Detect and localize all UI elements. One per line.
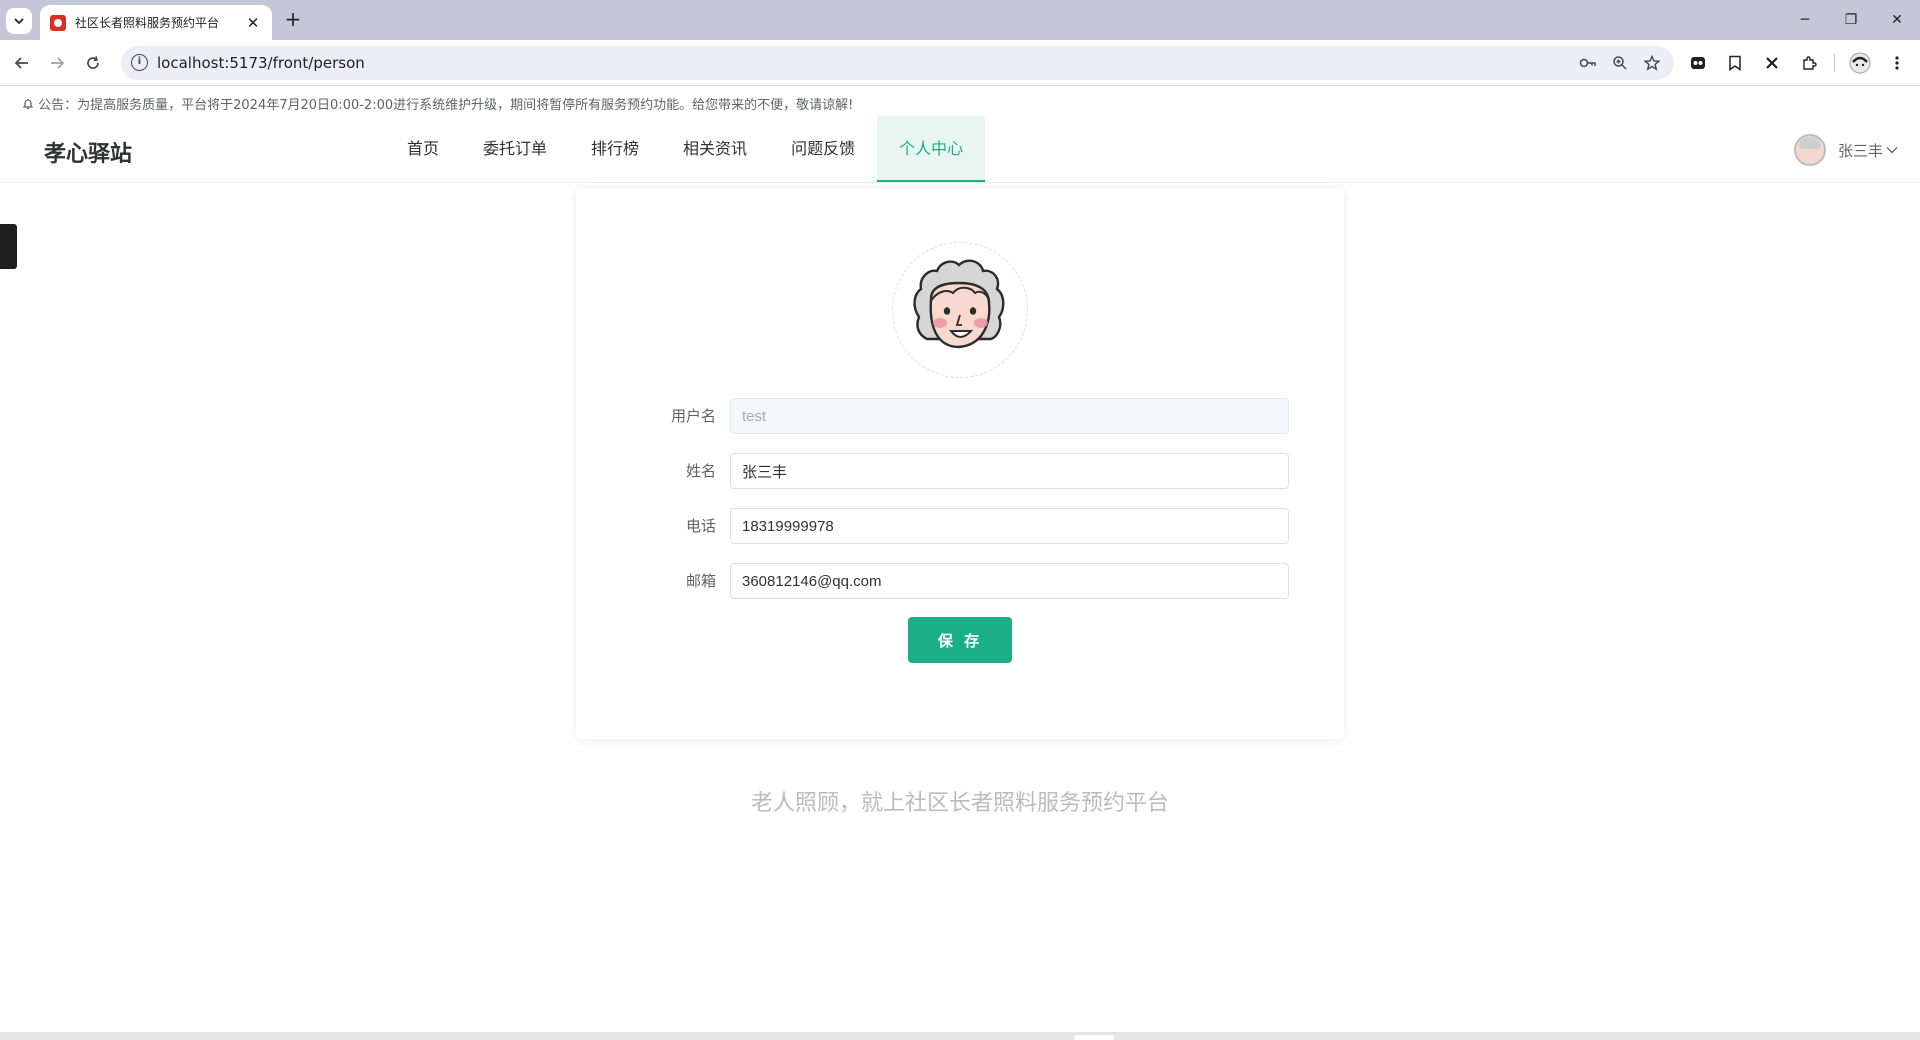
extension-icons <box>1686 51 1909 75</box>
phone-label: 电话 <box>685 517 716 535</box>
reload-button[interactable] <box>82 52 104 74</box>
new-tab-button[interactable]: + <box>282 9 304 31</box>
site-logo[interactable]: 孝心驿站 <box>44 136 132 168</box>
nav-item-ranking[interactable]: 排行榜 <box>569 116 661 182</box>
close-window-button[interactable]: ✕ <box>1874 0 1920 40</box>
form-row-email: 邮箱 <box>576 563 1344 599</box>
user-name[interactable]: 张三丰 <box>1838 140 1883 161</box>
form-row-phone: 电话 <box>576 508 1344 544</box>
tab-search-button[interactable] <box>6 8 32 34</box>
site-header: 孝心驿站 首页 委托订单 排行榜 相关资讯 问题反馈 个人中心 张三丰 <box>0 116 1920 183</box>
restore-button[interactable]: ❐ <box>1828 0 1874 40</box>
bell-icon <box>22 99 34 110</box>
zoom-icon[interactable] <box>1610 53 1630 73</box>
horizontal-scrollbar[interactable] <box>0 1032 1920 1040</box>
email-label: 邮箱 <box>685 572 716 590</box>
name-input[interactable] <box>730 453 1289 489</box>
chevron-down-icon <box>14 18 24 25</box>
toolbar-divider <box>1834 54 1835 72</box>
user-menu[interactable]: 张三丰 <box>1793 134 1898 166</box>
address-bar[interactable]: i localhost:5173/front/person <box>121 46 1674 80</box>
email-input[interactable] <box>730 563 1289 599</box>
bookmark-star-icon[interactable] <box>1642 53 1662 73</box>
nav-item-home[interactable]: 首页 <box>385 116 461 182</box>
extension-app-icon[interactable] <box>1686 51 1710 75</box>
browser-tab-bar: 社区长者照料服务预约平台 ✕ + ─ ❐ ✕ <box>0 0 1920 40</box>
name-label: 姓名 <box>685 462 716 480</box>
notice-banner: 公告：为提高服务质量，平台将于2024年7月20日0:00-2:00进行系统维护… <box>22 94 853 113</box>
save-button[interactable]: 保 存 <box>908 617 1012 663</box>
profile-avatar-icon[interactable] <box>1848 51 1872 75</box>
form-row-username: 用户名 <box>576 398 1344 434</box>
window-controls: ─ ❐ ✕ <box>1782 0 1920 40</box>
avatar-uploader[interactable] <box>892 242 1028 378</box>
back-button[interactable] <box>11 52 33 74</box>
more-menu-icon[interactable] <box>1885 51 1909 75</box>
nav-item-profile[interactable]: 个人中心 <box>877 116 986 182</box>
address-url[interactable]: localhost:5173/front/person <box>157 54 365 72</box>
arrow-right-icon <box>51 57 65 69</box>
forward-button[interactable] <box>46 52 68 74</box>
grandma-avatar-icon <box>913 259 1005 349</box>
form-row-name: 姓名 <box>576 453 1344 489</box>
x-extension-icon[interactable] <box>1760 51 1784 75</box>
bookmark-icon[interactable] <box>1723 51 1747 75</box>
browser-tab-active[interactable]: 社区长者照料服务预约平台 ✕ <box>40 5 272 40</box>
phone-input[interactable] <box>730 508 1289 544</box>
browser-toolbar: i localhost:5173/front/person <box>0 40 1920 86</box>
extensions-puzzle-icon[interactable] <box>1797 51 1821 75</box>
nav-item-feedback[interactable]: 问题反馈 <box>769 116 877 182</box>
arrow-left-icon <box>14 57 28 69</box>
scrollbar-thumb[interactable] <box>1074 1035 1114 1040</box>
nav-item-news[interactable]: 相关资讯 <box>661 116 769 182</box>
footer-slogan: 老人照顾，就上社区长者照料服务预约平台 <box>750 791 1169 816</box>
site-favicon-icon <box>50 14 66 31</box>
nav-item-orders[interactable]: 委托订单 <box>461 116 569 182</box>
minimize-button[interactable]: ─ <box>1782 0 1828 40</box>
chevron-down-icon[interactable] <box>1886 143 1898 157</box>
username-label: 用户名 <box>670 407 716 425</box>
tab-close-icon[interactable]: ✕ <box>244 14 262 32</box>
side-floating-tab[interactable] <box>0 224 17 269</box>
tab-title: 社区长者照料服务预约平台 <box>75 16 220 30</box>
username-input[interactable] <box>730 398 1289 434</box>
profile-card: 用户名 姓名 电话 邮箱 保 存 <box>576 188 1344 739</box>
notice-text: 公告：为提高服务质量，平台将于2024年7月20日0:00-2:00进行系统维护… <box>38 98 854 113</box>
main-nav: 首页 委托订单 排行榜 相关资讯 问题反馈 个人中心 <box>385 116 986 182</box>
user-avatar[interactable] <box>1793 134 1826 166</box>
password-key-icon[interactable] <box>1578 53 1598 73</box>
site-info-icon[interactable]: i <box>131 54 148 71</box>
reload-icon <box>87 56 99 69</box>
